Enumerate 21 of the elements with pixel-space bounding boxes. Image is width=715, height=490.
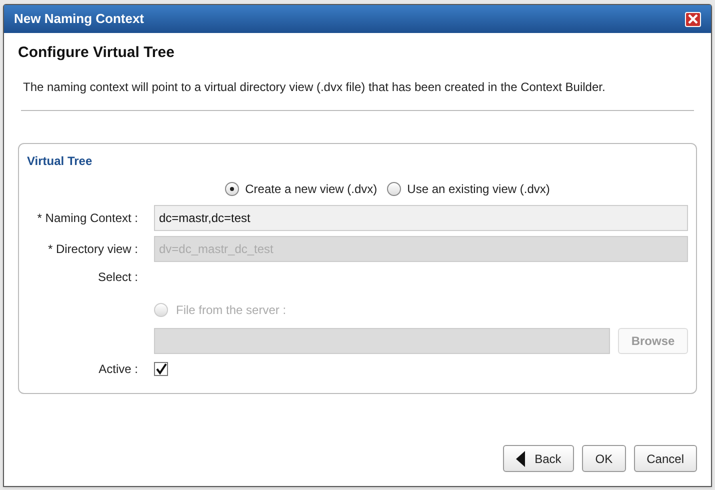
radio-label: File from the server : (176, 302, 286, 318)
radio-button[interactable] (225, 182, 240, 196)
panel-title: Virtual Tree (27, 152, 94, 170)
back-arrow-icon (516, 450, 525, 466)
window-title: New Naming Context (14, 10, 144, 28)
field-label: Select : (98, 268, 138, 286)
radio-label: Create a new view (.dvx) (245, 180, 378, 198)
field-label: * Directory view : (48, 240, 138, 258)
radio-button[interactable] (387, 182, 402, 196)
field-label: Active : (98, 360, 138, 378)
close-button[interactable] (685, 12, 701, 26)
dialog-button[interactable]: Cancel (634, 445, 697, 472)
description-text: The naming context will point to a virtual directory view (.dvx file) that has been created in the Context Builder. (23, 78, 606, 96)
close-icon (688, 14, 698, 24)
back-button[interactable]: Back (502, 445, 574, 472)
checkbox[interactable] (154, 362, 168, 376)
section-heading: Configure Virtual Tree (18, 43, 176, 63)
input-field[interactable]: dc=mastr,dc=test (154, 204, 688, 230)
field-label: * Naming Context : (37, 210, 138, 226)
radio-label: Use an existing view (.dvx) (407, 180, 550, 198)
dialog-button[interactable]: OK (582, 445, 626, 472)
